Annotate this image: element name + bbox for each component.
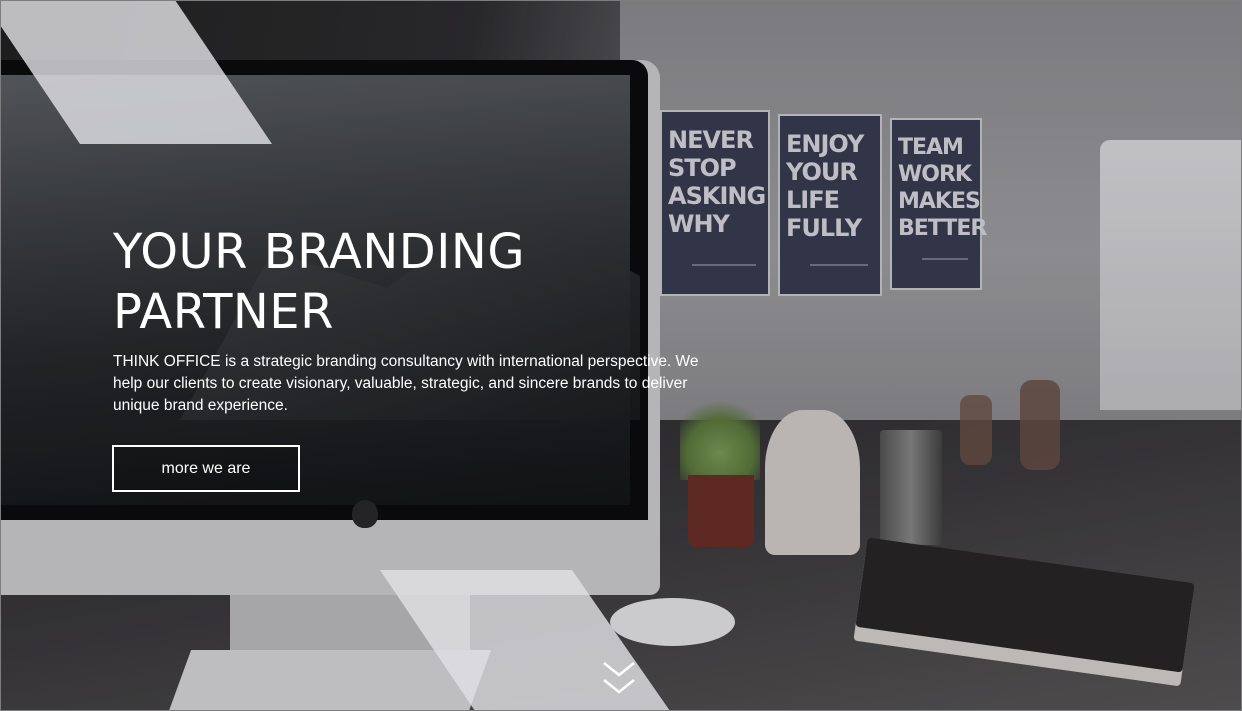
hero-headline: YOUR BRANDING PARTNER xyxy=(113,224,526,340)
hero-section: NEVER STOP ASKING WHY ENJOY YOUR LIFE FU… xyxy=(0,0,1242,711)
more-we-are-label: more we are xyxy=(161,459,251,477)
more-we-are-button[interactable]: more we are xyxy=(112,445,300,492)
double-chevron-down-icon[interactable] xyxy=(601,660,637,700)
hero-description: THINK OFFICE is a strategic branding con… xyxy=(113,353,699,414)
